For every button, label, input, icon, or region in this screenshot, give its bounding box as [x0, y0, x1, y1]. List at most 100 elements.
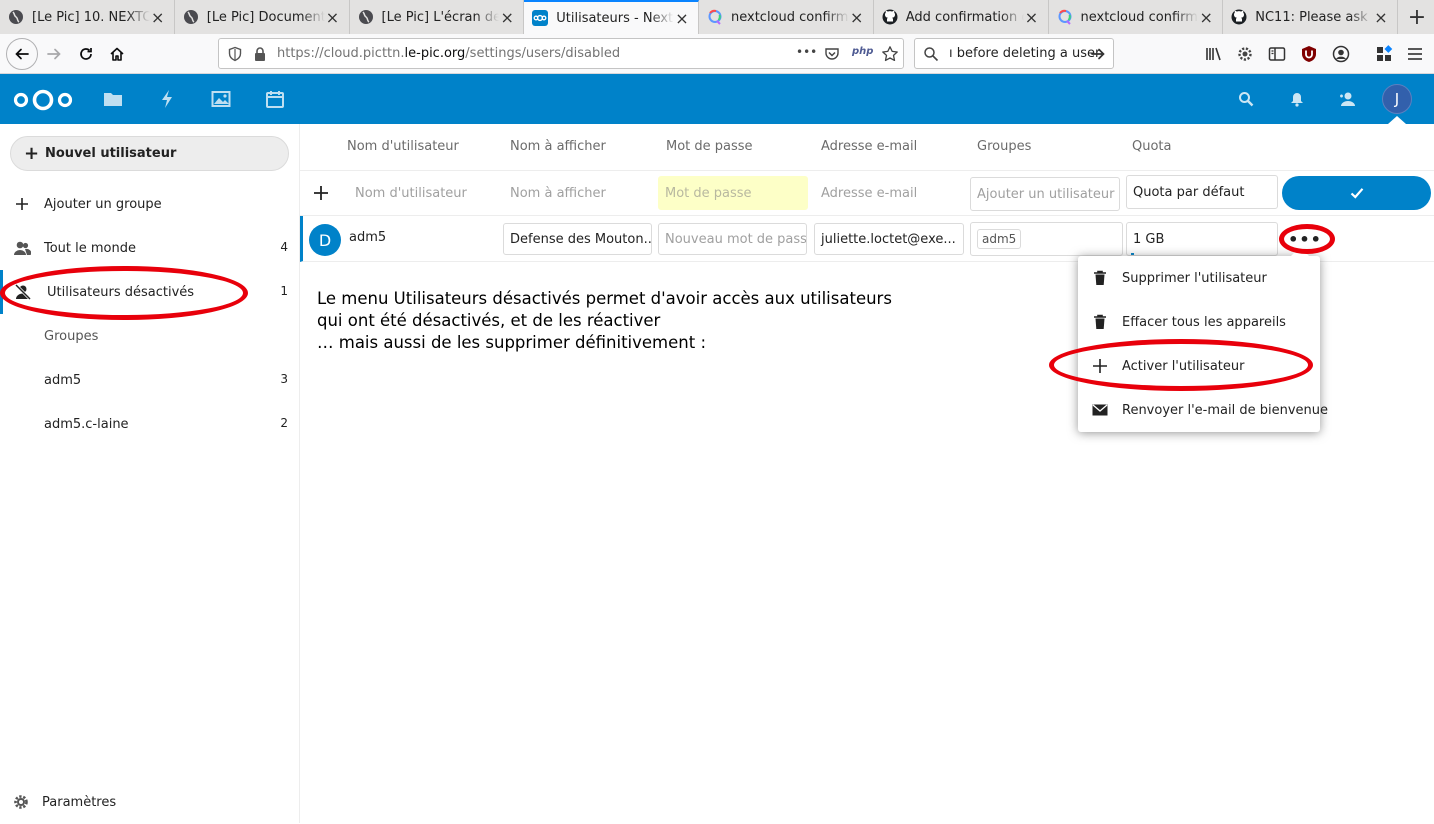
- new-email-input[interactable]: Adresse e-mail: [814, 177, 964, 209]
- new-display-name-input[interactable]: Nom à afficher: [503, 177, 653, 209]
- settings-label: Paramètres: [42, 794, 117, 810]
- plus-icon: [1092, 358, 1108, 374]
- tab-close-icon[interactable]: ×: [1373, 8, 1389, 27]
- lock-icon[interactable]: [253, 46, 267, 66]
- column-header-email: Adresse e-mail: [821, 139, 918, 154]
- sidebar-item-group-adm5[interactable]: adm5 3: [0, 358, 300, 402]
- photos-image-icon[interactable]: [209, 87, 233, 111]
- browser-tab[interactable]: Add confirmation dialog ×: [874, 0, 1049, 34]
- column-header-password: Mot de passe: [666, 139, 753, 154]
- tab-title: [Le Pic] Documentation: [206, 9, 325, 25]
- user-display-name-input[interactable]: Defense des Mouton...: [503, 223, 652, 255]
- sidebar-item-disabled-users[interactable]: Utilisateurs désactivés 1: [0, 270, 300, 314]
- activity-lightning-icon[interactable]: [155, 87, 179, 111]
- search-bar[interactable]: ı before deleting a user: [914, 38, 1114, 69]
- tab-close-icon[interactable]: ×: [849, 8, 865, 27]
- user-new-password-input[interactable]: Nouveau mot de passe: [658, 223, 807, 255]
- new-password-input[interactable]: Mot de passe: [658, 176, 808, 210]
- browser-tab-active[interactable]: Utilisateurs - Nextcloud ×: [524, 0, 699, 34]
- menu-item-resend-welcome-email[interactable]: Renvoyer l'e-mail de bienvenue: [1078, 388, 1328, 432]
- extension-gear-icon[interactable]: [1235, 44, 1255, 64]
- tab-close-icon[interactable]: ×: [1198, 8, 1214, 27]
- tab-title: Utilisateurs - Nextcloud: [556, 10, 674, 26]
- user-groups-select[interactable]: adm5: [970, 222, 1123, 256]
- tab-close-icon[interactable]: ×: [674, 9, 690, 28]
- sidebar-toggle-icon[interactable]: [1267, 44, 1287, 64]
- home-icon: [110, 47, 124, 61]
- create-user-confirm-button[interactable]: [1282, 176, 1431, 210]
- user-email-input[interactable]: juliette.loctet@exe...: [814, 223, 964, 255]
- notifications-bell-icon[interactable]: [1285, 87, 1309, 111]
- sidebar-settings-button[interactable]: Paramètres: [0, 780, 300, 824]
- tab-close-icon[interactable]: ×: [325, 8, 341, 27]
- sidebar-item-everyone[interactable]: Tout le monde 4: [0, 226, 300, 270]
- back-button[interactable]: [6, 38, 38, 70]
- url-prefix: https://cloud.picttn.: [277, 46, 405, 61]
- forward-arrow-icon: [47, 48, 61, 60]
- trash-icon: [1092, 314, 1108, 330]
- globe-icon: [358, 9, 374, 25]
- nextcloud-logo-icon[interactable]: [12, 87, 74, 117]
- menu-item-label: Activer l'utilisateur: [1122, 358, 1245, 374]
- ublock-icon[interactable]: [1299, 44, 1319, 64]
- browser-tab[interactable]: [Le Pic] L'écran de connexion ×: [350, 0, 525, 34]
- search-input[interactable]: ı before deleting a user: [949, 46, 1100, 61]
- browser-tab-strip: [Le Pic] 10. NEXTCLOUD × [Le Pic] Docume…: [0, 0, 1434, 34]
- browser-tab[interactable]: nextcloud confirmation ×: [699, 0, 874, 34]
- home-button[interactable]: [101, 38, 133, 70]
- page-actions-icon[interactable]: •••: [796, 45, 817, 59]
- tab-title: [Le Pic] 10. NEXTCLOUD: [32, 9, 150, 25]
- pocket-icon[interactable]: [824, 46, 840, 66]
- unified-search-icon[interactable]: [1234, 87, 1258, 111]
- php-badge[interactable]: php: [852, 46, 873, 57]
- github-icon: [1231, 9, 1247, 25]
- browser-tab[interactable]: [Le Pic] 10. NEXTCLOUD ×: [0, 0, 175, 34]
- new-username-input[interactable]: Nom d'utilisateur: [348, 177, 498, 209]
- url-bar[interactable]: https://cloud.picttn.le-pic.org/settings…: [218, 38, 904, 69]
- calendar-icon[interactable]: [263, 87, 287, 111]
- tab-title: NC11: Please ask for confirmation: [1255, 9, 1373, 25]
- hamburger-menu-icon[interactable]: [1405, 44, 1425, 64]
- sidebar-item-count: 4: [280, 240, 288, 254]
- menu-item-enable-user[interactable]: Activer l'utilisateur: [1078, 344, 1320, 388]
- reload-button[interactable]: [70, 38, 102, 70]
- menu-item-delete-user[interactable]: Supprimer l'utilisateur: [1078, 256, 1320, 300]
- new-user-button[interactable]: + Nouvel utilisateur: [10, 136, 289, 171]
- contacts-icon[interactable]: [1335, 87, 1359, 111]
- user-quota-value: 1 GB: [1133, 231, 1165, 247]
- account-icon[interactable]: [1331, 44, 1351, 64]
- bookmark-star-icon[interactable]: [881, 45, 899, 67]
- sidebar-item-label: adm5.c-laine: [44, 416, 129, 432]
- menu-item-wipe-devices[interactable]: Effacer tous les appareils: [1078, 300, 1320, 344]
- new-quota-select[interactable]: Quota par défaut: [1126, 175, 1278, 209]
- new-tab-button[interactable]: +: [1400, 0, 1434, 34]
- plus-icon: +: [24, 143, 40, 164]
- tab-close-icon[interactable]: ×: [499, 8, 515, 27]
- column-header-display-name: Nom à afficher: [510, 139, 606, 154]
- qwant-icon: [707, 9, 723, 25]
- new-groups-select[interactable]: Ajouter un utilisateur au groupe: [970, 177, 1120, 211]
- user-quota-select[interactable]: 1 GB: [1126, 222, 1278, 256]
- nextcloud-header: J: [0, 74, 1434, 124]
- tab-title: [Le Pic] L'écran de connexion: [381, 9, 500, 25]
- tab-close-icon[interactable]: ×: [150, 8, 166, 27]
- search-go-arrow-icon[interactable]: [1090, 46, 1106, 66]
- column-header-groups: Groupes: [977, 139, 1032, 154]
- tab-title: nextcloud confirmation: [1080, 9, 1199, 25]
- browser-tab[interactable]: nextcloud confirmation ×: [1049, 0, 1224, 34]
- add-group-button[interactable]: Ajouter un groupe: [0, 182, 300, 226]
- user-avatar-menu[interactable]: J: [1382, 84, 1412, 114]
- library-icon[interactable]: [1204, 44, 1224, 64]
- url-text[interactable]: https://cloud.picttn.le-pic.org/settings…: [277, 46, 620, 61]
- browser-tab[interactable]: NC11: Please ask for confirmation ×: [1223, 0, 1398, 34]
- sidebar-item-group-adm5-c-laine[interactable]: adm5.c-laine 2: [0, 402, 300, 446]
- extensions-puzzle-icon[interactable]: [1374, 44, 1394, 64]
- browser-tab[interactable]: [Le Pic] Documentation ×: [175, 0, 350, 34]
- gear-icon: [12, 793, 30, 815]
- menu-item-label: Supprimer l'utilisateur: [1122, 270, 1267, 286]
- files-folder-icon[interactable]: [101, 87, 125, 111]
- tab-close-icon[interactable]: ×: [1024, 8, 1040, 27]
- forward-button[interactable]: [38, 38, 70, 70]
- shield-icon[interactable]: [227, 46, 243, 66]
- qwant-icon: [1057, 9, 1073, 25]
